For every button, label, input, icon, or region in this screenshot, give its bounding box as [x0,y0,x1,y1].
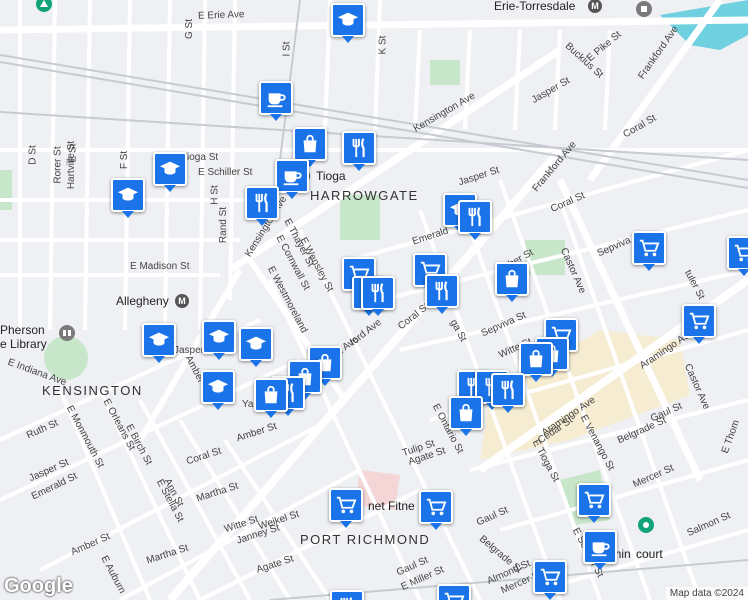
map-marker-shop[interactable] [495,262,529,302]
street-label: Hartville St [66,140,78,190]
park-north [430,60,460,85]
map-marker-grocery[interactable] [577,483,611,523]
sports-icon[interactable] [638,517,654,533]
coffee-icon [281,165,303,187]
subway-station-icon[interactable]: M [175,294,189,308]
map-marker-school[interactable] [111,178,145,218]
restaurant-icon [336,596,358,600]
restaurant-icon [431,280,453,302]
school-icon [148,329,170,351]
map-marker-school[interactable] [201,370,235,410]
school-icon [208,326,230,348]
map-marker-restaurant[interactable] [458,200,492,240]
restaurant-icon [251,192,273,214]
street-label: D St [27,145,39,165]
street-label: I St [281,41,293,57]
map-marker-restaurant[interactable] [342,131,376,171]
map-marker-school[interactable] [153,152,187,192]
street-label: G St [184,18,196,40]
station-label-allegheny: Allegheny [116,294,169,308]
shopping-cart-icon [733,242,748,264]
school-icon [337,9,359,31]
map-marker-grocery[interactable] [727,236,748,276]
map-marker-grocery[interactable] [682,304,716,344]
street-label: H St [209,185,221,205]
map-marker-school[interactable] [239,327,273,367]
landmark-icon[interactable] [636,1,652,17]
shopping-cart-icon [539,566,561,588]
map-marker-restaurant[interactable] [491,373,525,413]
coffee-icon [589,536,611,558]
map-marker-grocery[interactable] [437,584,471,600]
street-label: Rorer St [52,146,64,184]
school-icon [159,158,181,180]
station-label-tioga: Tioga [316,169,346,183]
neighborhood-port-richmond: PORT RICHMOND [300,532,431,547]
restaurant-icon [464,206,486,228]
restaurant-icon [348,137,370,159]
restaurant-icon [497,379,519,401]
shopping-cart-icon [688,310,710,332]
street-label: F St [119,150,131,170]
station-label-erie-torresdale: Erie-Torresdale [494,0,576,13]
shopping-bag-icon [525,348,547,370]
map-marker-grocery[interactable] [329,488,363,528]
shopping-bag-icon [501,268,523,290]
shopping-bag-icon [455,402,477,424]
street-label: E Madison St [130,261,190,272]
map-marker-school[interactable] [331,3,365,43]
restaurant-icon [367,282,389,304]
street-label: E Erie Ave [197,9,245,22]
school-icon [245,333,267,355]
map-marker-restaurant[interactable] [245,186,279,226]
shopping-cart-icon [638,237,660,259]
shopping-cart-icon [335,494,357,516]
neighborhood-harrowgate: HARROWGATE [310,188,419,203]
map-marker-shop[interactable] [449,396,483,436]
map-marker-restaurant[interactable] [425,274,459,314]
street-label: K St [377,35,389,55]
school-icon [117,184,139,206]
map-marker-grocery[interactable] [533,560,567,600]
map-marker-cafe[interactable] [275,159,309,199]
map-marker-grocery[interactable] [632,231,666,271]
street-label: E Schiller St [198,167,253,178]
map-marker-shop[interactable] [293,127,327,167]
shopping-bag-icon [260,384,282,406]
library-label-line1: Pherson [0,323,45,337]
coffee-icon [265,87,287,109]
park-west [0,170,12,210]
map-marker-shop[interactable] [254,378,288,418]
map-marker-restaurant[interactable] [330,590,364,600]
map-marker-cafe[interactable] [259,81,293,121]
map-marker-grocery[interactable] [419,490,453,530]
map-marker-school[interactable] [202,320,236,360]
street-label: Rand St [218,206,230,244]
map-marker-shop[interactable] [519,342,553,382]
library-icon[interactable] [59,325,75,341]
google-logo: Google [4,575,73,597]
map-canvas[interactable]: HARROWGATE KENSINGTON PORT RICHMOND Erie… [0,0,748,600]
shopping-cart-icon [425,496,447,518]
map-attribution[interactable]: Map data ©2024 [665,587,748,600]
map-marker-restaurant[interactable] [361,276,395,316]
map-marker-cafe[interactable] [583,530,617,570]
library-label-line2: e Library [0,337,47,351]
shopping-cart-icon [443,590,465,600]
shopping-bag-icon [299,133,321,155]
fitness-label: net Fitne [368,499,415,513]
school-icon [207,376,229,398]
map-marker-school[interactable] [142,323,176,363]
court-label: court [636,547,663,561]
shopping-cart-icon [583,489,605,511]
